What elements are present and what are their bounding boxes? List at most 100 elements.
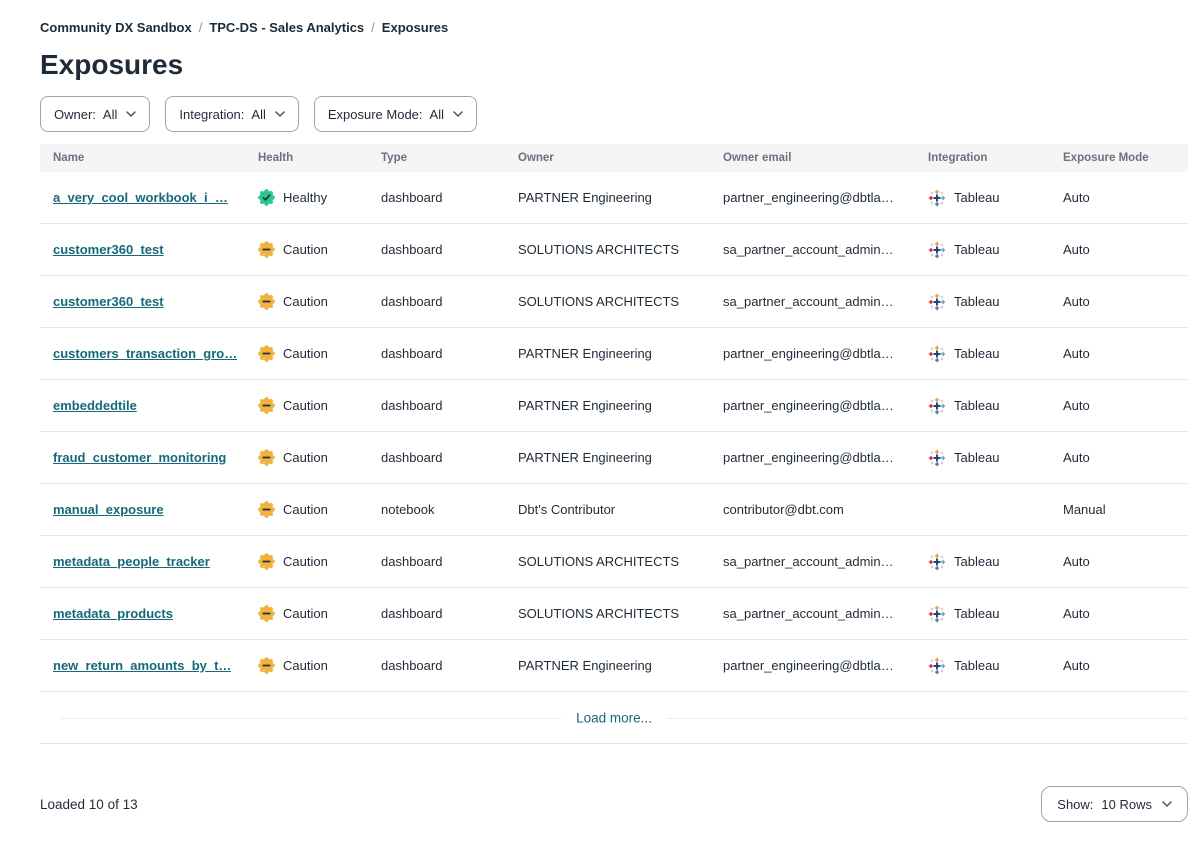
exposure-mode-filter-value: All xyxy=(430,107,444,122)
owner-filter-dropdown[interactable]: Owner: All xyxy=(40,96,150,132)
owner-cell: Dbt's Contributor xyxy=(505,502,710,517)
page-title: Exposures xyxy=(40,47,1188,83)
table-body: a_very_cool_workbook_i_… Healthy d xyxy=(40,172,1188,692)
owner-cell: SOLUTIONS ARCHITECTS xyxy=(505,242,710,257)
exposure-mode-cell: Auto xyxy=(1050,190,1188,205)
table-row: customer360_test Caution dashboard xyxy=(40,224,1188,276)
owner-email-cell: partner_engineering@dbtla… xyxy=(710,658,915,673)
integration-label: Tableau xyxy=(954,658,1000,673)
table-row: fraud_customer_monitoring Caution xyxy=(40,432,1188,484)
exposure-mode-cell: Auto xyxy=(1050,450,1188,465)
exposure-mode-cell: Auto xyxy=(1050,554,1188,569)
breadcrumb-item-current: Exposures xyxy=(382,20,448,35)
column-header-health: Health xyxy=(245,152,368,164)
health-label: Caution xyxy=(283,294,328,309)
owner-email-cell: partner_engineering@dbtla… xyxy=(710,450,915,465)
integration-cell: Tableau xyxy=(915,657,1050,675)
breadcrumb-item-package[interactable]: TPC-DS - Sales Analytics xyxy=(209,20,364,35)
exposure-name-link[interactable]: manual_exposure xyxy=(53,502,164,517)
breadcrumb-item-project[interactable]: Community DX Sandbox xyxy=(40,20,192,35)
type-cell: dashboard xyxy=(368,346,505,361)
health-label: Caution xyxy=(283,398,328,413)
type-cell: dashboard xyxy=(368,294,505,309)
owner-cell: PARTNER Engineering xyxy=(505,190,710,205)
exposure-mode-cell: Auto xyxy=(1050,606,1188,621)
health-status-icon xyxy=(258,657,275,674)
exposure-name-link[interactable]: new_return_amounts_by_t… xyxy=(53,658,231,673)
type-cell: dashboard xyxy=(368,450,505,465)
integration-filter-dropdown[interactable]: Integration: All xyxy=(165,96,299,132)
table-header-row: Name Health Type Owner Owner email Integ… xyxy=(40,144,1188,172)
integration-cell: Tableau xyxy=(915,241,1050,259)
exposure-name-link[interactable]: customers_transaction_gro… xyxy=(53,346,237,361)
owner-email-cell: sa_partner_account_admin… xyxy=(710,606,915,621)
tableau-icon xyxy=(928,241,946,259)
health-status-icon xyxy=(258,553,275,570)
health-status-icon xyxy=(258,293,275,310)
table-row: customer360_test Caution dashboard xyxy=(40,276,1188,328)
health-label: Caution xyxy=(283,242,328,257)
integration-cell: Tableau xyxy=(915,189,1050,207)
tableau-icon xyxy=(928,605,946,623)
health-label: Caution xyxy=(283,502,328,517)
type-cell: dashboard xyxy=(368,658,505,673)
column-header-exposure-mode: Exposure Mode xyxy=(1050,152,1188,164)
show-rows-dropdown[interactable]: Show: 10 Rows xyxy=(1041,786,1188,822)
load-more-section: Load more... xyxy=(40,692,1188,744)
health-label: Caution xyxy=(283,658,328,673)
exposure-name-link[interactable]: a_very_cool_workbook_i_… xyxy=(53,190,228,205)
filter-bar: Owner: All Integration: All Exposure Mod… xyxy=(40,96,1188,132)
integration-cell: Tableau xyxy=(915,605,1050,623)
exposure-mode-cell: Auto xyxy=(1050,294,1188,309)
owner-cell: SOLUTIONS ARCHITECTS xyxy=(505,554,710,569)
column-header-type: Type xyxy=(368,152,505,164)
owner-cell: PARTNER Engineering xyxy=(505,450,710,465)
exposure-mode-cell: Auto xyxy=(1050,658,1188,673)
type-cell: notebook xyxy=(368,502,505,517)
pagination-footer: Loaded 10 of 13 Show: 10 Rows xyxy=(40,786,1188,822)
integration-label: Tableau xyxy=(954,242,1000,257)
breadcrumb-separator: / xyxy=(371,20,375,35)
exposure-mode-cell: Auto xyxy=(1050,398,1188,413)
tableau-icon xyxy=(928,553,946,571)
integration-cell: Tableau xyxy=(915,553,1050,571)
exposure-name-link[interactable]: embeddedtile xyxy=(53,398,137,413)
load-more-link[interactable]: Load more... xyxy=(561,710,667,725)
owner-email-cell: partner_engineering@dbtla… xyxy=(710,398,915,413)
integration-cell: Tableau xyxy=(915,345,1050,363)
exposure-mode-filter-dropdown[interactable]: Exposure Mode: All xyxy=(314,96,477,132)
loaded-count-text: Loaded 10 of 13 xyxy=(40,797,138,812)
health-label: Caution xyxy=(283,450,328,465)
exposure-name-link[interactable]: fraud_customer_monitoring xyxy=(53,450,226,465)
exposure-name-link[interactable]: metadata_people_tracker xyxy=(53,554,210,569)
owner-cell: PARTNER Engineering xyxy=(505,346,710,361)
column-header-integration: Integration xyxy=(915,152,1050,164)
exposure-name-link[interactable]: customer360_test xyxy=(53,242,164,257)
exposures-page: Community DX Sandbox / TPC-DS - Sales An… xyxy=(0,0,1198,822)
integration-filter-value: All xyxy=(251,107,265,122)
integration-label: Tableau xyxy=(954,554,1000,569)
integration-label: Tableau xyxy=(954,294,1000,309)
tableau-icon xyxy=(928,293,946,311)
show-rows-value: 10 Rows xyxy=(1101,797,1152,812)
column-header-owner-email: Owner email xyxy=(710,152,915,164)
integration-label: Tableau xyxy=(954,346,1000,361)
exposure-mode-filter-label: Exposure Mode: xyxy=(328,107,423,122)
tableau-icon xyxy=(928,397,946,415)
integration-label: Tableau xyxy=(954,190,1000,205)
exposure-mode-cell: Auto xyxy=(1050,242,1188,257)
table-row: metadata_people_tracker Caution da xyxy=(40,536,1188,588)
owner-filter-label: Owner: xyxy=(54,107,96,122)
tableau-icon xyxy=(928,657,946,675)
integration-cell: Tableau xyxy=(915,293,1050,311)
integration-filter-label: Integration: xyxy=(179,107,244,122)
chevron-down-icon xyxy=(126,111,136,117)
exposure-mode-cell: Auto xyxy=(1050,346,1188,361)
type-cell: dashboard xyxy=(368,606,505,621)
exposure-name-link[interactable]: metadata_products xyxy=(53,606,173,621)
exposure-name-link[interactable]: customer360_test xyxy=(53,294,164,309)
owner-cell: PARTNER Engineering xyxy=(505,398,710,413)
health-label: Healthy xyxy=(283,190,327,205)
chevron-down-icon xyxy=(453,111,463,117)
chevron-down-icon xyxy=(275,111,285,117)
